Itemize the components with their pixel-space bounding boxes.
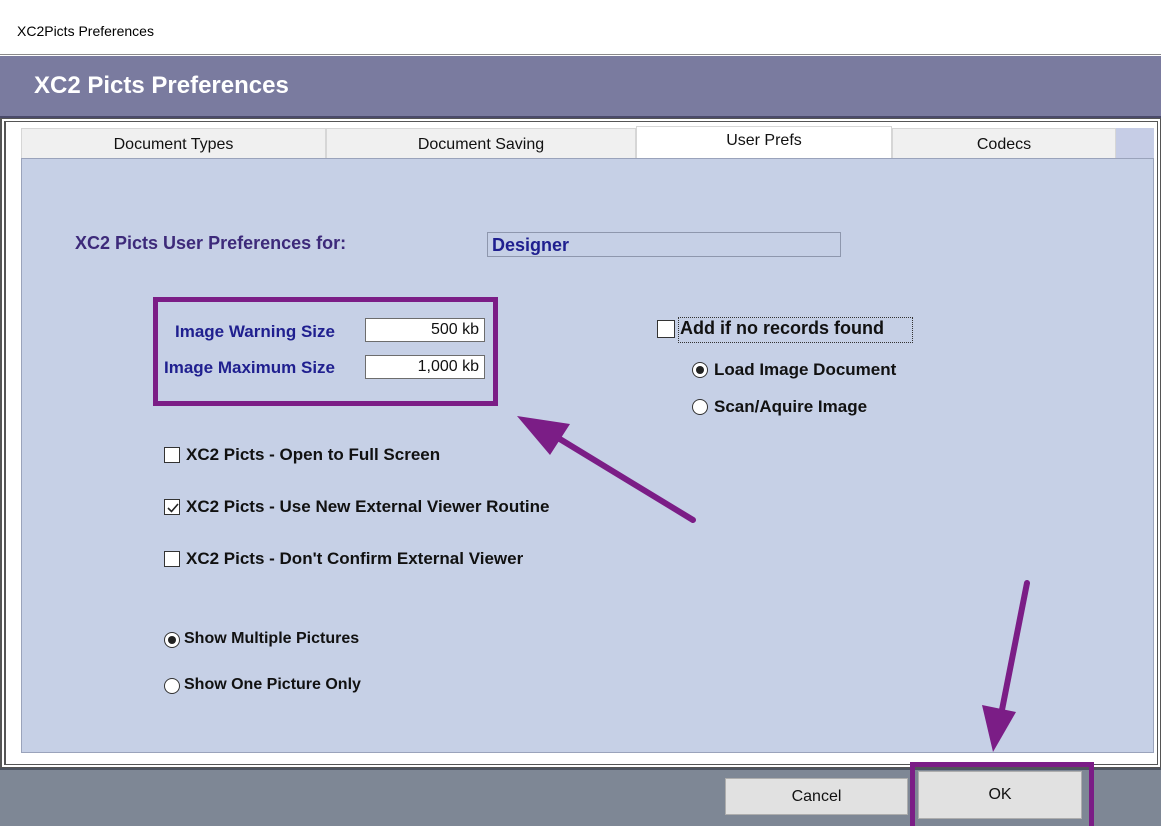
header-title: XC2 Picts Preferences [34, 72, 289, 99]
image-warning-size-input[interactable]: 500 kb [365, 318, 485, 342]
tab-strip-filler [1116, 128, 1154, 159]
dont-confirm-viewer-checkbox[interactable] [164, 551, 180, 567]
show-one-radio[interactable] [164, 678, 180, 694]
tab-document-saving[interactable]: Document Saving [326, 128, 636, 159]
checkmark-icon [167, 503, 179, 513]
prefs-for-label: XC2 Picts User Preferences for: [75, 233, 347, 253]
header-band: XC2 Picts Preferences [0, 56, 1161, 118]
window-title: XC2Picts Preferences [17, 23, 154, 39]
load-image-radio[interactable] [692, 362, 708, 378]
size-settings-highlight [153, 297, 498, 406]
image-maximum-size-input[interactable]: 1,000 kb [365, 355, 485, 379]
show-multiple-label: Show Multiple Pictures [184, 630, 360, 647]
tab-codecs[interactable]: Codecs [892, 128, 1116, 159]
scan-acquire-label: Scan/Aquire Image [714, 397, 868, 416]
cancel-button[interactable]: Cancel [725, 778, 908, 815]
tab-user-prefs[interactable]: User Prefs [636, 126, 892, 159]
ok-highlight [910, 762, 1094, 826]
user-name-field: Designer [487, 232, 841, 257]
open-full-screen-label: XC2 Picts - Open to Full Screen [186, 445, 441, 464]
new-external-viewer-label: XC2 Picts - Use New External Viewer Rout… [186, 497, 550, 516]
show-multiple-radio[interactable] [164, 632, 180, 648]
scan-acquire-radio[interactable] [692, 399, 708, 415]
tab-document-types[interactable]: Document Types [21, 128, 326, 159]
open-full-screen-checkbox[interactable] [164, 447, 180, 463]
image-warning-size-label: Image Warning Size [175, 322, 335, 341]
user-name-value: Designer [492, 235, 570, 255]
show-one-label: Show One Picture Only [184, 676, 361, 693]
add-if-none-checkbox[interactable] [657, 320, 675, 338]
add-if-none-label: Add if no records found [680, 318, 884, 338]
load-image-label: Load Image Document [714, 360, 897, 379]
image-maximum-size-label: Image Maximum Size [164, 358, 336, 377]
window-titlebar: XC2Picts Preferences [0, 0, 1161, 55]
dont-confirm-viewer-label: XC2 Picts - Don't Confirm External Viewe… [186, 549, 524, 568]
new-external-viewer-checkbox[interactable] [164, 499, 180, 515]
